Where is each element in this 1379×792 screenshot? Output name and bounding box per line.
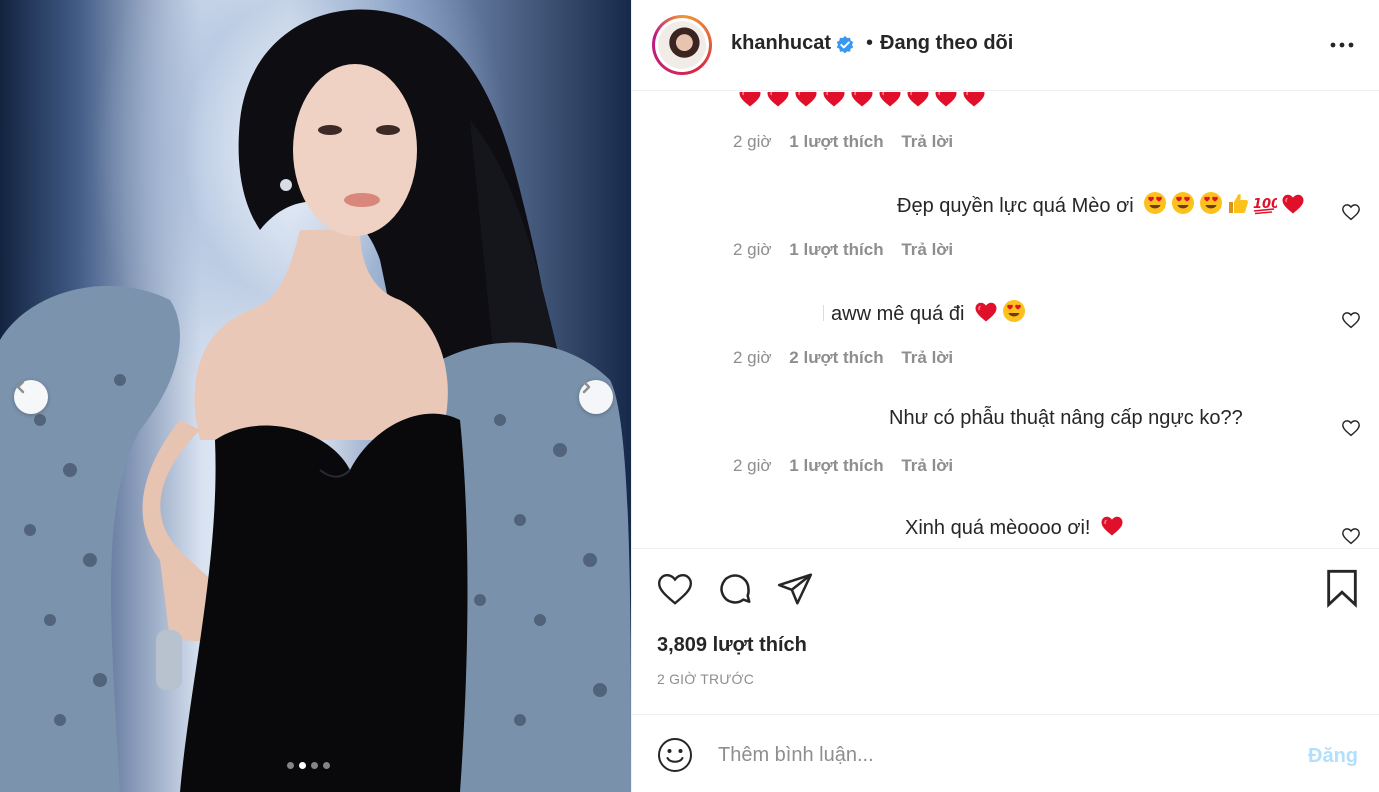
- emoji-row: [970, 300, 1026, 325]
- comment-time: 2 giờ: [733, 456, 772, 475]
- reply-button[interactable]: Trả lời: [901, 240, 953, 259]
- carousel-next-button[interactable]: [579, 380, 613, 414]
- carousel-dot-active: [299, 762, 306, 769]
- comment-likes-link[interactable]: 1 lượt thích: [789, 132, 883, 151]
- comment-meta: 2 giờ 1 lượt thích Trả lời: [733, 132, 966, 152]
- heart-emoji: [906, 92, 930, 114]
- heart-outline-icon[interactable]: [656, 571, 694, 607]
- comment-body: aww mê quá đi: [831, 303, 965, 325]
- carousel-indicator: [287, 762, 330, 769]
- separator-bullet: •: [866, 32, 874, 54]
- comment-divider: [823, 305, 824, 321]
- carousel-prev-button[interactable]: [14, 380, 48, 414]
- following-button[interactable]: Đang theo dõi: [880, 32, 1013, 55]
- emoji-row: 100: [1139, 192, 1305, 217]
- comment-body: Như có phẫu thuật nâng cấp ngực ko??: [889, 407, 1243, 429]
- comment-text: Xinh quá mèoooo ơi!: [905, 515, 1124, 543]
- carousel-dot: [323, 762, 330, 769]
- comment-likes-link[interactable]: 1 lượt thích: [789, 240, 883, 259]
- comment-meta: 2 giờ 2 lượt thích Trả lời: [733, 348, 966, 368]
- heart-emoji: [1100, 515, 1124, 543]
- heart-emoji: [974, 301, 998, 329]
- carousel-dot: [287, 762, 294, 769]
- comment-icon[interactable]: [716, 570, 754, 608]
- comment-likes-link[interactable]: 1 lượt thích: [789, 456, 883, 475]
- heart-emoji: [962, 92, 986, 114]
- post-actions: 3,809 lượt thích 2 GIỜ TRƯỚC: [632, 548, 1379, 714]
- reply-button[interactable]: Trả lời: [901, 456, 953, 475]
- comment-likes-link[interactable]: 2 lượt thích: [789, 348, 883, 367]
- heart-emoji: [738, 92, 762, 114]
- post-media[interactable]: [0, 0, 631, 792]
- more-icon[interactable]: [1329, 36, 1355, 54]
- comment-composer: Đăng: [632, 714, 1379, 792]
- comment-time: 2 giờ: [733, 348, 772, 367]
- chevron-left-icon: [16, 380, 25, 394]
- heart-emoji: [878, 92, 902, 114]
- heart-eyes-emoji: [1199, 191, 1223, 221]
- thumbs-up-emoji: [1227, 191, 1249, 221]
- smiley-icon[interactable]: [657, 737, 693, 773]
- comment-body: Đẹp quyền lực quá Mèo ơi: [897, 195, 1134, 217]
- verified-icon: [836, 36, 854, 54]
- emoji-row: [734, 92, 986, 110]
- chevron-right-icon: [582, 380, 591, 394]
- username-link[interactable]: khanhucat: [731, 32, 831, 55]
- comment-time: 2 giờ: [733, 132, 772, 151]
- comment-text: Như có phẫu thuật nâng cấp ngực ko??: [889, 407, 1243, 430]
- bookmark-icon[interactable]: [1325, 568, 1359, 608]
- comment-text: [734, 92, 986, 114]
- post-photo: [0, 9, 631, 792]
- heart-eyes-emoji: [1143, 191, 1167, 221]
- reply-button[interactable]: Trả lời: [901, 132, 953, 151]
- hundred-emoji: 100: [1253, 193, 1280, 221]
- heart-emoji: [794, 92, 818, 114]
- comment-like-icon[interactable]: [1341, 419, 1361, 437]
- heart-eyes-emoji: [1171, 191, 1195, 221]
- carousel-dot: [311, 762, 318, 769]
- post-side-panel: khanhucat • Đang theo dõi 2 giờ 1 lượt t…: [631, 0, 1379, 792]
- comment-text: aww mê quá đi: [831, 299, 1026, 329]
- comment-time: 2 giờ: [733, 240, 772, 259]
- avatar-image: [658, 21, 706, 69]
- emoji-row: [1096, 516, 1124, 539]
- comment-like-icon[interactable]: [1341, 311, 1361, 329]
- comment-like-icon[interactable]: [1341, 203, 1361, 221]
- comment-meta: 2 giờ 1 lượt thích Trả lời: [733, 240, 966, 260]
- comments-list[interactable]: 2 giờ 1 lượt thích Trả lời Đẹp quyền lực…: [632, 92, 1379, 548]
- comment-meta: 2 giờ 1 lượt thích Trả lời: [733, 456, 966, 476]
- heart-emoji: [934, 92, 958, 114]
- comment-text: Đẹp quyền lực quá Mèo ơi 100: [897, 191, 1305, 221]
- share-icon[interactable]: [776, 570, 814, 608]
- likes-count-link[interactable]: 3,809 lượt thích: [657, 634, 807, 657]
- avatar[interactable]: [652, 15, 712, 75]
- comment-body: Xinh quá mèoooo ơi!: [905, 517, 1091, 539]
- post-timestamp[interactable]: 2 GIỜ TRƯỚC: [657, 671, 754, 687]
- heart-emoji: [1281, 193, 1305, 221]
- heart-eyes-emoji: [1002, 299, 1026, 329]
- heart-emoji: [850, 92, 874, 114]
- post-header: khanhucat • Đang theo dõi: [632, 0, 1379, 91]
- comment-like-icon[interactable]: [1341, 527, 1361, 545]
- comment-input[interactable]: [718, 737, 1278, 773]
- post-comment-button[interactable]: Đăng: [1308, 745, 1358, 768]
- reply-button[interactable]: Trả lời: [901, 348, 953, 367]
- heart-emoji: [822, 92, 846, 114]
- heart-emoji: [766, 92, 790, 114]
